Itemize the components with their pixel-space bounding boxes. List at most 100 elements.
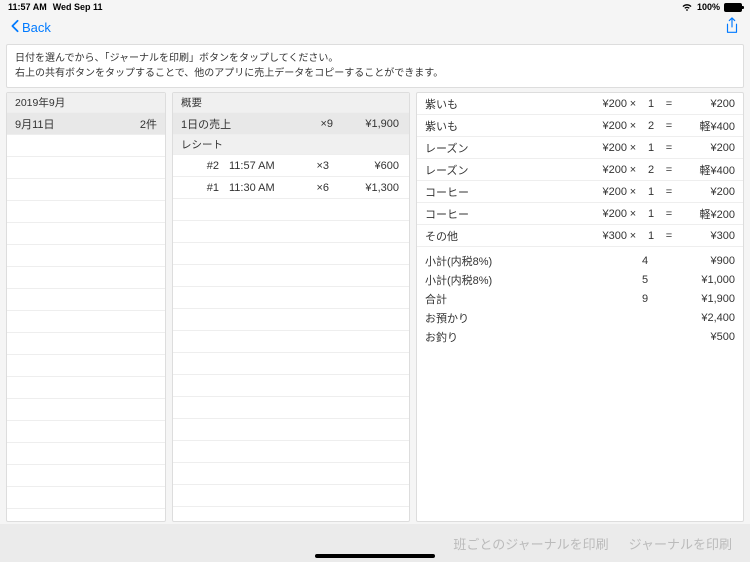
- item-row[interactable]: レーズン¥200×2=軽¥400: [417, 159, 743, 181]
- receipts-header: レシート: [173, 135, 409, 155]
- nav-bar: Back: [0, 14, 750, 40]
- receipt-num: #1: [179, 182, 229, 194]
- item-name: 紫いも: [425, 96, 577, 112]
- item-name: コーヒー: [425, 184, 577, 200]
- item-times: ×: [627, 98, 639, 110]
- item-qty: 1: [639, 142, 663, 154]
- home-indicator: [315, 554, 435, 558]
- summary-label: 小計(内税8%): [425, 253, 615, 269]
- item-row[interactable]: 紫いも¥200×1=¥200: [417, 93, 743, 115]
- dates-header: 2019年9月: [7, 93, 165, 113]
- instruction-line-2: 右上の共有ボタンをタップすることで、他のアプリに売上データをコピーすることができ…: [15, 66, 735, 81]
- summary-qty: 5: [615, 274, 675, 286]
- item-qty: 1: [639, 98, 663, 110]
- receipt-row[interactable]: #2 11:57 AM ×3 ¥600: [173, 155, 409, 177]
- item-name: コーヒー: [425, 206, 577, 222]
- receipt-num: #2: [179, 160, 229, 172]
- receipt-amount: ¥1,300: [329, 182, 403, 194]
- item-qty: 2: [639, 164, 663, 176]
- item-price: ¥200: [577, 98, 627, 110]
- instructions-box: 日付を選んでから、「ジャーナルを印刷」ボタンをタップしてください。 右上の共有ボ…: [6, 44, 744, 88]
- daily-amount: ¥1,900: [333, 118, 403, 130]
- item-eq: =: [663, 120, 675, 132]
- item-eq: =: [663, 164, 675, 176]
- item-name: レーズン: [425, 162, 577, 178]
- receipt-amount: ¥600: [329, 160, 403, 172]
- daily-qty: ×9: [283, 118, 333, 130]
- date-label: 9月11日: [15, 116, 140, 132]
- receipt-row[interactable]: #1 11:30 AM ×6 ¥1,300: [173, 177, 409, 199]
- summary-qty: 4: [615, 255, 675, 267]
- item-total: ¥200: [675, 98, 735, 110]
- battery-percent: 100%: [697, 2, 720, 12]
- receipt-time: 11:30 AM: [229, 182, 289, 194]
- status-bar: 11:57 AM Wed Sep 11 100%: [0, 0, 750, 14]
- receipt-qty: ×6: [289, 182, 329, 194]
- summary-label: 合計: [425, 291, 615, 307]
- item-total: ¥200: [675, 142, 735, 154]
- back-button[interactable]: Back: [10, 19, 51, 36]
- summary-amount: ¥1,900: [675, 293, 735, 305]
- item-name: その他: [425, 228, 577, 244]
- date-row[interactable]: 9月11日 2件: [7, 113, 165, 135]
- print-journal-button[interactable]: ジャーナルを印刷: [629, 534, 732, 553]
- share-button[interactable]: [724, 17, 740, 38]
- daily-label: 1日の売上: [179, 116, 283, 132]
- item-name: 紫いも: [425, 118, 577, 134]
- item-row[interactable]: 紫いも¥200×2=軽¥400: [417, 115, 743, 137]
- detail-panel: 紫いも¥200×1=¥200紫いも¥200×2=軽¥400レーズン¥200×1=…: [416, 92, 744, 522]
- instruction-line-1: 日付を選んでから、「ジャーナルを印刷」ボタンをタップしてください。: [15, 51, 735, 66]
- summary-panel: 概要 1日の売上 ×9 ¥1,900 レシート #2 11:57 AM ×3 ¥…: [172, 92, 410, 522]
- summary-row: 小計(内税8%)5¥1,000: [417, 270, 743, 289]
- summary-qty: 9: [615, 293, 675, 305]
- status-time: 11:57 AM: [8, 2, 47, 12]
- summary-header: 概要: [173, 93, 409, 113]
- item-name: レーズン: [425, 140, 577, 156]
- item-qty: 2: [639, 120, 663, 132]
- item-row[interactable]: その他¥300×1=¥300: [417, 225, 743, 247]
- item-price: ¥200: [577, 186, 627, 198]
- item-price: ¥300: [577, 230, 627, 242]
- daily-sales-row[interactable]: 1日の売上 ×9 ¥1,900: [173, 113, 409, 135]
- item-price: ¥200: [577, 142, 627, 154]
- item-eq: =: [663, 186, 675, 198]
- summary-row: 小計(内税8%)4¥900: [417, 251, 743, 270]
- print-by-group-button[interactable]: 班ごとのジャーナルを印刷: [453, 534, 608, 553]
- item-total: ¥200: [675, 186, 735, 198]
- item-row[interactable]: レーズン¥200×1=¥200: [417, 137, 743, 159]
- empty-rows: [173, 199, 409, 521]
- chevron-left-icon: [10, 19, 20, 36]
- item-times: ×: [627, 208, 639, 220]
- share-icon: [724, 17, 740, 35]
- item-total: 軽¥400: [675, 118, 735, 134]
- summary-amount: ¥2,400: [675, 312, 735, 324]
- item-row[interactable]: コーヒー¥200×1=¥200: [417, 181, 743, 203]
- item-price: ¥200: [577, 164, 627, 176]
- item-total: 軽¥400: [675, 162, 735, 178]
- summary-label: お釣り: [425, 329, 615, 345]
- wifi-icon: [681, 3, 693, 12]
- item-total: 軽¥200: [675, 206, 735, 222]
- item-eq: =: [663, 208, 675, 220]
- item-times: ×: [627, 120, 639, 132]
- item-times: ×: [627, 230, 639, 242]
- summary-amount: ¥1,000: [675, 274, 735, 286]
- receipt-time: 11:57 AM: [229, 160, 289, 172]
- item-row[interactable]: コーヒー¥200×1=軽¥200: [417, 203, 743, 225]
- summary-label: 小計(内税8%): [425, 272, 615, 288]
- item-eq: =: [663, 98, 675, 110]
- item-price: ¥200: [577, 120, 627, 132]
- item-qty: 1: [639, 186, 663, 198]
- summary-amount: ¥500: [675, 331, 735, 343]
- dates-panel: 2019年9月 9月11日 2件: [6, 92, 166, 522]
- item-qty: 1: [639, 208, 663, 220]
- receipt-qty: ×3: [289, 160, 329, 172]
- status-date: Wed Sep 11: [53, 2, 103, 12]
- summary-row: 合計9¥1,900: [417, 289, 743, 308]
- empty-rows: [7, 135, 165, 521]
- date-count: 2件: [140, 116, 157, 132]
- item-times: ×: [627, 164, 639, 176]
- item-times: ×: [627, 186, 639, 198]
- battery-icon: [724, 3, 742, 12]
- summary-amount: ¥900: [675, 255, 735, 267]
